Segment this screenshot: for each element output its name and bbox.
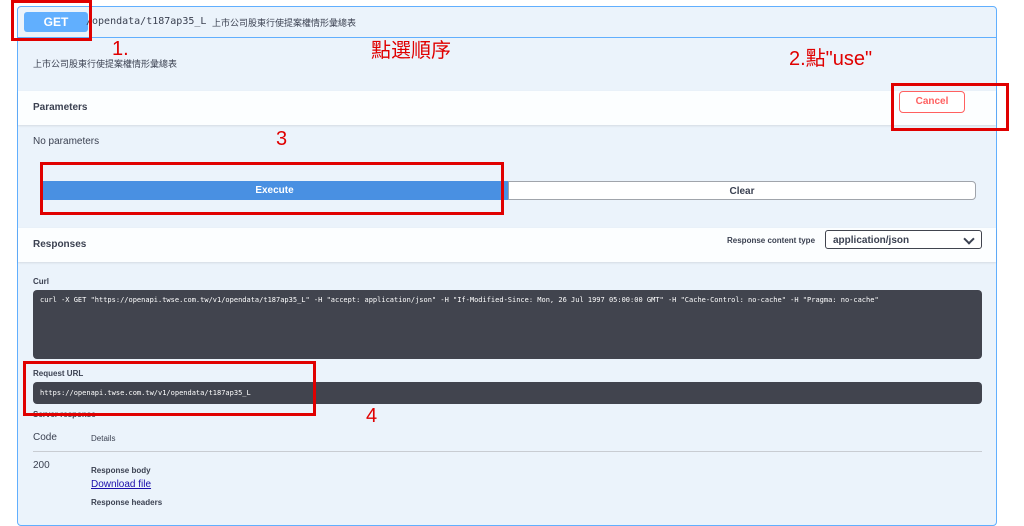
download-file-link[interactable]: Download file — [91, 479, 151, 490]
annotation-step1: 1. — [112, 38, 129, 60]
response-content-type-label: Response content type — [727, 236, 816, 245]
chevron-down-icon — [963, 233, 975, 245]
annotation-title: 點選順序 — [371, 40, 451, 62]
code-column-header: Code — [33, 432, 57, 443]
annotation-box-request-url — [23, 361, 316, 416]
annotation-step2: 2.點"use" — [789, 48, 873, 70]
curl-label: Curl — [33, 277, 49, 286]
annotation-box-execute — [40, 162, 504, 215]
annotation-step4: 4 — [366, 405, 378, 427]
operation-block: GET /opendata/t187ap35_L 上市公司股東行使提案權情形彙總… — [17, 6, 997, 526]
parameters-header: Parameters — [18, 91, 996, 125]
no-parameters-text: No parameters — [33, 136, 100, 147]
curl-command: curl -X GET "https://openapi.twse.com.tw… — [40, 296, 879, 304]
response-body-label: Response body — [91, 466, 151, 475]
curl-code-block[interactable]: curl -X GET "https://openapi.twse.com.tw… — [33, 290, 982, 359]
details-column-header: Details — [91, 434, 116, 443]
clear-button[interactable]: Clear — [508, 181, 976, 200]
response-content-type-value: application/json — [833, 235, 910, 246]
annotation-step3: 3 — [276, 128, 288, 150]
operation-path: /opendata/t187ap35_L — [86, 16, 207, 27]
responses-title: Responses — [33, 239, 87, 250]
response-content-type-select[interactable]: application/json — [825, 230, 982, 249]
parameters-title: Parameters — [33, 102, 88, 113]
operation-summary[interactable]: GET /opendata/t187ap35_L 上市公司股東行使提案權情形彙總… — [18, 7, 996, 38]
table-divider — [33, 451, 982, 452]
operation-description: 上市公司股東行使提案權情形彙總表 — [33, 59, 178, 69]
operation-summary-text: 上市公司股東行使提案權情形彙總表 — [212, 18, 357, 28]
annotation-box-get — [11, 0, 92, 41]
response-code: 200 — [33, 460, 50, 471]
annotation-box-cancel — [891, 83, 1009, 131]
